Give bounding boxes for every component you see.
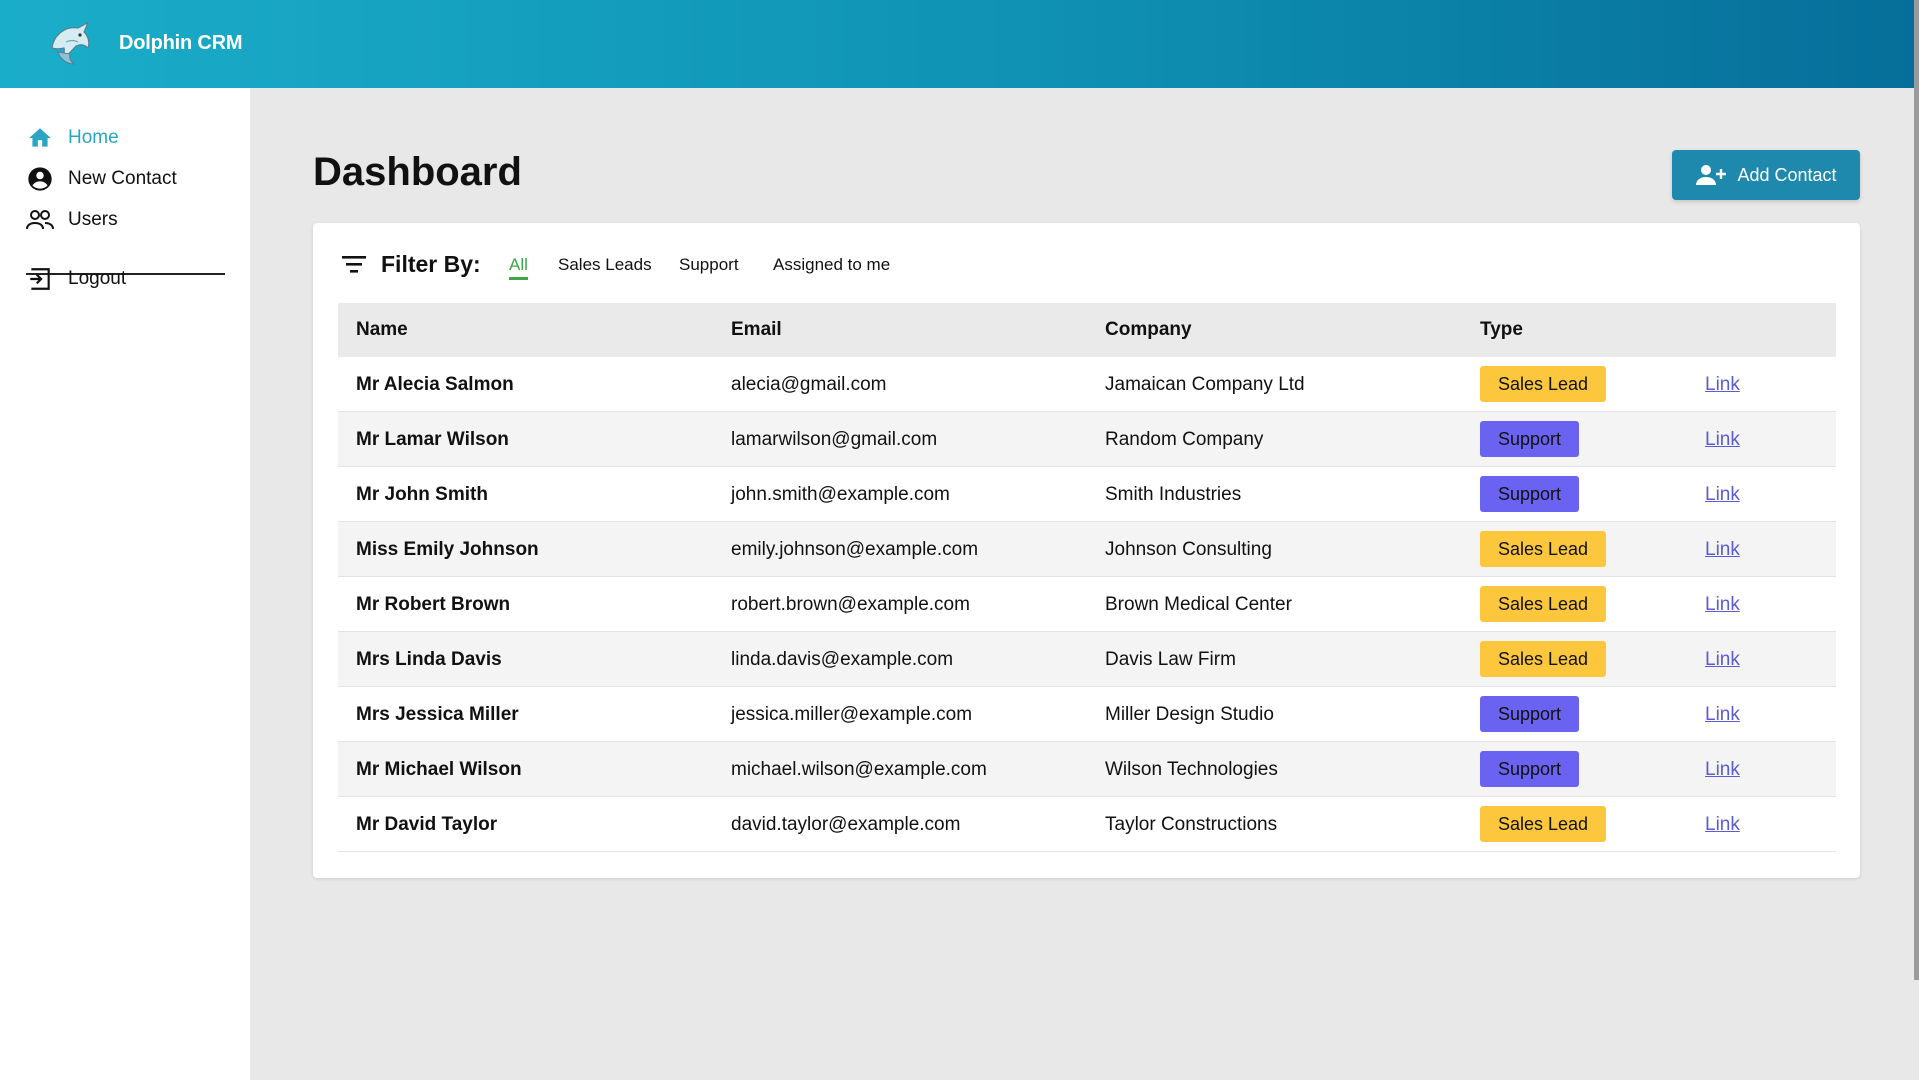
contact-company: Davis Law Firm (1105, 649, 1236, 670)
contact-name: Mr Alecia Salmon (356, 374, 514, 395)
contact-company: Miller Design Studio (1105, 704, 1274, 725)
contact-type-badge: Sales Lead (1480, 531, 1607, 567)
table-row: Miss Emily Johnson emily.johnson@example.… (338, 522, 1836, 577)
contact-link[interactable]: Link (1705, 484, 1740, 506)
contact-company: Random Company (1105, 429, 1264, 450)
home-icon (26, 124, 54, 152)
table-row: Mr David Taylor david.taylor@example.com T… (338, 797, 1836, 852)
contact-type-badge: Support (1480, 696, 1580, 732)
dolphin-logo-icon (51, 21, 90, 65)
sidebar-item-label: New Contact (68, 168, 177, 189)
table-row: Mr John Smith john.smith@example.com Smith… (338, 467, 1836, 522)
users-icon (26, 206, 54, 234)
contact-name: Mr John Smith (356, 484, 488, 505)
contact-email: michael.wilson@example.com (731, 759, 987, 780)
contact-type-badge: Sales Lead (1480, 586, 1607, 622)
contact-email: robert.brown@example.com (731, 594, 970, 615)
contact-name: Mr Michael Wilson (356, 759, 522, 780)
contact-type-badge: Support (1480, 476, 1580, 512)
contact-type-badge: Sales Lead (1480, 641, 1607, 677)
contact-email: jessica.miller@example.com (731, 704, 973, 725)
contact-link[interactable]: Link (1705, 704, 1740, 726)
filter-option-support[interactable]: Support (679, 255, 739, 275)
contact-email: lamarwilson@gmail.com (731, 429, 938, 450)
contact-link[interactable]: Link (1705, 649, 1740, 671)
top-header: Dolphin CRM (0, 0, 1919, 88)
contact-name: Mr David Taylor (356, 814, 498, 835)
contacts-card: Filter By: All Sales Leads Support Assig… (313, 223, 1860, 878)
add-contact-label: Add Contact (1737, 164, 1837, 185)
contact-type-badge: Support (1480, 751, 1580, 787)
sidebar-item-home[interactable]: Home (26, 123, 119, 153)
contact-email: emily.johnson@example.com (731, 539, 979, 560)
app-title: Dolphin CRM (119, 32, 243, 54)
table-row: Mr Alecia Salmon alecia@gmail.com Jamaican… (338, 357, 1836, 412)
contacts-table: Name Email Company Type Mr Alecia Salmon… (338, 303, 1836, 852)
contact-link[interactable]: Link (1705, 594, 1740, 616)
contact-company: Taylor Constructions (1105, 814, 1278, 835)
table-row: Mr Robert Brown robert.brown@example.com B… (338, 577, 1836, 632)
column-header-email: Email (731, 319, 782, 340)
table-row: Mrs Jessica Miller jessica.miller@example… (338, 687, 1836, 742)
page-title: Dashboard (313, 150, 522, 194)
column-header-name: Name (356, 319, 408, 340)
sidebar-item-label: Home (68, 127, 119, 148)
contact-name: Mr Robert Brown (356, 594, 511, 615)
contact-name: Mr Lamar Wilson (356, 429, 509, 450)
page-scrollbar[interactable] (1914, 0, 1919, 980)
contact-email: alecia@gmail.com (731, 374, 887, 395)
contact-name: Mrs Jessica Miller (356, 704, 519, 725)
add-contact-button[interactable]: Add Contact (1672, 150, 1860, 200)
contact-email: david.taylor@example.com (731, 814, 961, 835)
sidebar: Home New Contact Users Logout (0, 88, 250, 1080)
contact-name: Miss Emily Johnson (356, 539, 539, 560)
contact-link[interactable]: Link (1705, 429, 1740, 451)
contact-email: john.smith@example.com (731, 484, 950, 505)
contact-type-badge: Support (1480, 421, 1580, 457)
table-header: Name Email Company Type (338, 303, 1836, 357)
table-row: Mrs Linda Davis linda.davis@example.com Da… (338, 632, 1836, 687)
sidebar-item-logout[interactable]: Logout (26, 264, 126, 294)
sidebar-item-label: Users (68, 209, 118, 230)
filter-icon (342, 256, 366, 273)
sidebar-item-users[interactable]: Users (26, 205, 118, 235)
sidebar-item-label: Logout (68, 268, 127, 289)
contact-link[interactable]: Link (1705, 539, 1740, 561)
account-circle-icon (26, 165, 54, 193)
contact-company: Jamaican Company Ltd (1105, 374, 1305, 395)
filter-label: Filter By: (381, 251, 481, 277)
contact-email: linda.davis@example.com (731, 649, 954, 670)
contact-type-badge: Sales Lead (1480, 366, 1607, 402)
filter-option-sales-leads[interactable]: Sales Leads (558, 255, 652, 275)
contact-link[interactable]: Link (1705, 759, 1740, 781)
filter-option-assigned-to-me[interactable]: Assigned to me (773, 255, 890, 275)
contact-company: Smith Industries (1105, 484, 1242, 505)
contact-company: Brown Medical Center (1105, 594, 1292, 615)
column-header-company: Company (1105, 319, 1192, 340)
sidebar-item-new-contact[interactable]: New Contact (26, 164, 177, 194)
add-user-icon (1695, 163, 1727, 187)
table-row: Mr Michael Wilson michael.wilson@example.… (338, 742, 1836, 797)
contact-company: Wilson Technologies (1105, 759, 1278, 780)
column-header-type: Type (1480, 319, 1523, 340)
filter-option-all[interactable]: All (509, 255, 528, 280)
contact-name: Mrs Linda Davis (356, 649, 502, 670)
table-body: Mr Alecia Salmon alecia@gmail.com Jamaican… (338, 357, 1836, 852)
logout-icon (26, 265, 54, 293)
contact-type-badge: Sales Lead (1480, 806, 1607, 842)
contact-company: Johnson Consulting (1105, 539, 1272, 560)
contact-link[interactable]: Link (1705, 374, 1740, 396)
contact-link[interactable]: Link (1705, 814, 1740, 836)
table-row: Mr Lamar Wilson lamarwilson@gmail.com Rand… (338, 412, 1836, 467)
